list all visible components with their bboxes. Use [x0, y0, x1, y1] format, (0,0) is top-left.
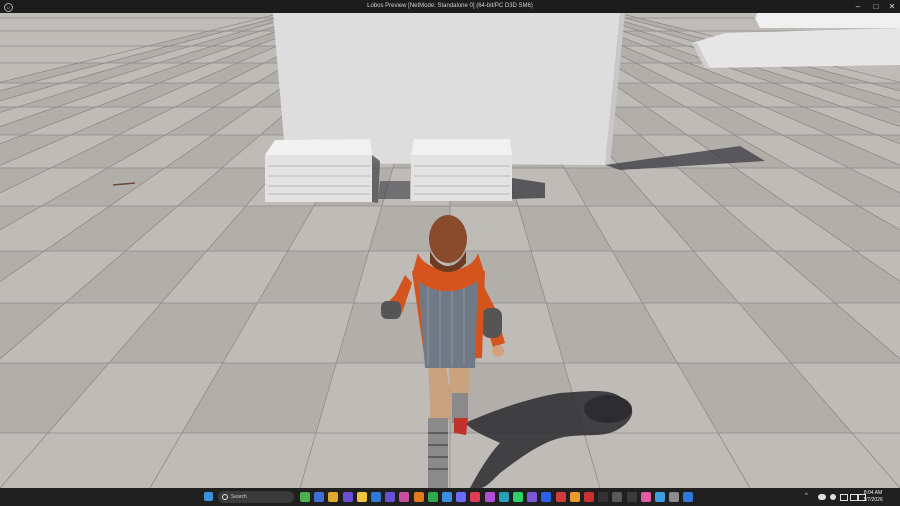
maximize-button[interactable]: □ — [868, 0, 884, 13]
right-hand — [492, 345, 504, 357]
close-button[interactable]: ✕ — [884, 0, 900, 13]
left-box-top — [265, 139, 372, 155]
taskbar-app-icon[interactable] — [513, 492, 523, 502]
windows-taskbar: Search ^ 8:04 AM 1/7/2026 — [0, 488, 900, 506]
taskbar-app-icon[interactable] — [584, 492, 594, 502]
window-title: Lobos Preview [NetMode: Standalone 0] (6… — [367, 3, 533, 9]
cloud-icon[interactable] — [818, 494, 826, 500]
taskbar-app-icon[interactable] — [413, 492, 424, 502]
clock-time: 8:04 AM — [863, 490, 883, 496]
taskbar-app-icon[interactable] — [626, 492, 637, 502]
taskbar-app-icon[interactable] — [484, 492, 495, 502]
taskbar-app-icon[interactable] — [385, 492, 396, 502]
game-viewport[interactable] — [0, 13, 900, 488]
scene-canvas — [0, 13, 900, 488]
taskbar-app-icon[interactable] — [598, 492, 609, 502]
left-boot — [428, 418, 448, 488]
right-box-top — [411, 139, 512, 155]
windows-start-icon[interactable] — [204, 492, 213, 501]
between-shadow — [378, 181, 410, 199]
wifi-icon[interactable] — [840, 494, 848, 501]
stairs-block — [692, 28, 900, 68]
taskbar-search-box[interactable]: Search — [218, 491, 294, 503]
taskbar-app-icon[interactable] — [527, 492, 538, 502]
shadow-head — [584, 395, 632, 423]
left-sleeve — [381, 301, 401, 319]
taskbar-app-icon[interactable] — [300, 492, 310, 502]
taskbar-app-icon[interactable] — [356, 492, 367, 502]
taskbar-app-icon[interactable] — [655, 492, 665, 502]
taskbar-app-icon[interactable] — [442, 492, 452, 502]
app-tray-icon[interactable] — [830, 494, 836, 500]
taskbar-clock[interactable]: 8:04 AM 1/7/2026 — [858, 490, 888, 504]
tray-chevron-icon[interactable]: ^ — [805, 493, 808, 499]
taskbar-app-icon[interactable] — [498, 492, 509, 502]
taskbar-app-icon[interactable] — [683, 492, 694, 502]
taskbar-app-icon[interactable] — [342, 492, 353, 502]
taskbar-app-icon[interactable] — [569, 492, 580, 502]
title-bar[interactable]: U Lobos Preview [NetMode: Standalone 0] … — [0, 0, 900, 13]
taskbar-app-icon[interactable] — [371, 492, 381, 502]
taskbar-app-icon[interactable] — [456, 492, 467, 502]
taskbar-app-icon[interactable] — [314, 492, 325, 502]
volume-icon[interactable] — [850, 494, 858, 501]
right-shoe — [454, 418, 468, 435]
minimize-button[interactable]: – — [850, 0, 866, 13]
hair — [429, 215, 467, 263]
taskbar-app-icon[interactable] — [541, 492, 552, 502]
taskbar-app-icon[interactable] — [669, 492, 680, 502]
game-window: U Lobos Preview [NetMode: Standalone 0] … — [0, 0, 900, 506]
taskbar-app-icon[interactable] — [640, 492, 651, 502]
taskbar-app-icon[interactable] — [427, 492, 438, 502]
search-icon — [222, 494, 228, 500]
taskbar-app-icon[interactable] — [470, 492, 481, 502]
taskbar-app-icon[interactable] — [612, 492, 623, 502]
search-placeholder: Search — [231, 494, 247, 500]
left-box — [265, 155, 372, 202]
stairs-top — [755, 13, 900, 28]
taskbar-app-icon[interactable] — [328, 492, 339, 502]
taskbar-app-icon[interactable] — [555, 492, 566, 502]
clock-date: 1/7/2026 — [863, 497, 883, 503]
taskbar-app-icon[interactable] — [399, 492, 410, 502]
right-sleeve — [482, 308, 502, 338]
